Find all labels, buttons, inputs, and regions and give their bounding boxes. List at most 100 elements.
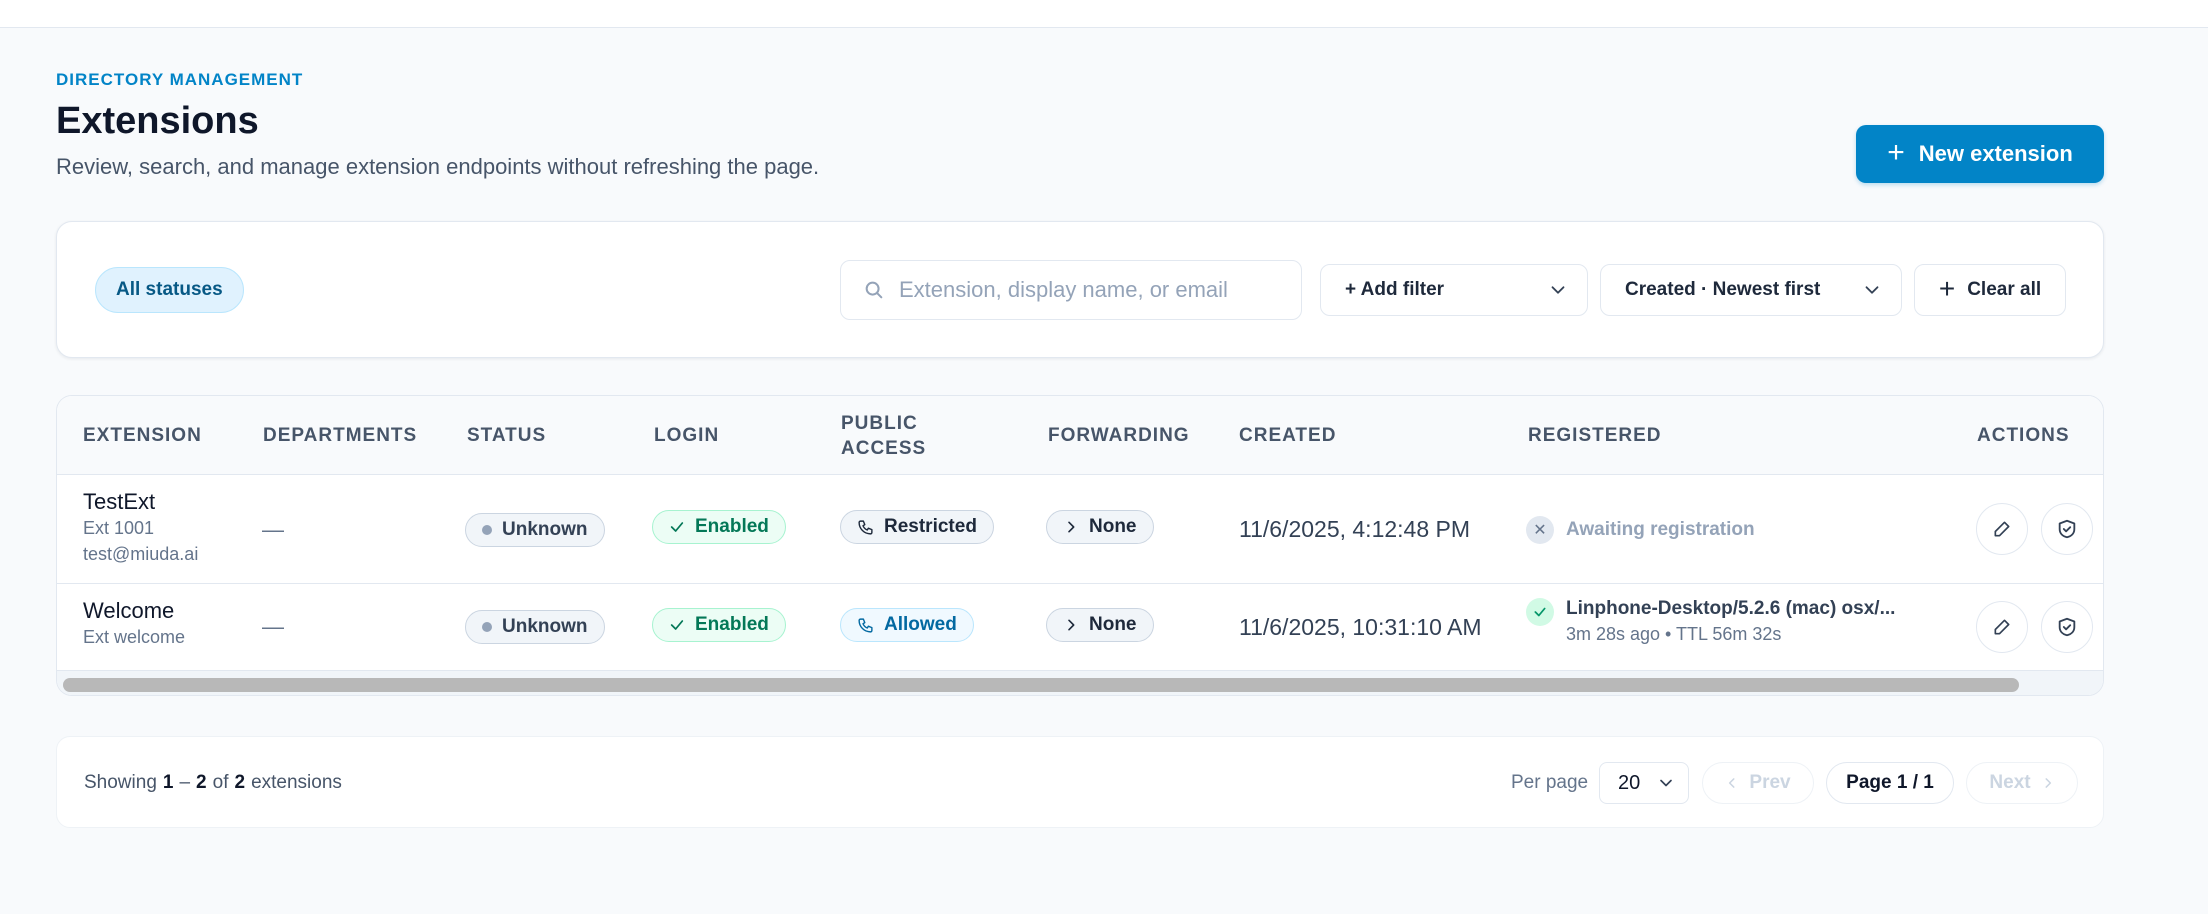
created-value: 11/6/2025, 4:12:48 PM [1239, 516, 1471, 542]
table-row[interactable]: Welcome Ext welcome — Unknown Enabled Al… [57, 584, 2103, 670]
col-registered[interactable]: REGISTERED [1528, 396, 1662, 475]
next-page-button[interactable]: Next [1966, 762, 2078, 804]
search-input[interactable] [899, 277, 1279, 303]
security-button[interactable] [2041, 503, 2093, 555]
security-button[interactable] [2041, 601, 2093, 653]
public-access-label: Restricted [884, 516, 977, 537]
departments-value: — [262, 614, 284, 639]
status-label: Unknown [502, 616, 588, 637]
col-created[interactable]: CREATED [1239, 396, 1336, 475]
col-extension[interactable]: EXTENSION [83, 396, 202, 475]
public-access-cell: Restricted [840, 510, 994, 544]
sort-label: Created · Newest first [1625, 279, 1821, 300]
table-header: EXTENSION DEPARTMENTS STATUS LOGIN PUBLI… [57, 396, 2103, 475]
edit-button[interactable] [1976, 601, 2028, 653]
extension-name[interactable]: Welcome [83, 598, 185, 624]
chevron-down-icon [1660, 779, 1672, 787]
status-dot-icon [482, 622, 492, 632]
clear-all-button[interactable]: + Clear all [1914, 264, 2066, 316]
public-access-cell: Allowed [840, 608, 974, 642]
page-title: Extensions [56, 100, 259, 142]
extension-email: test@miuda.ai [83, 544, 199, 564]
public-access-label: Allowed [884, 614, 957, 635]
per-page-value: 20 [1618, 771, 1641, 794]
extensions-table: EXTENSION DEPARTMENTS STATUS LOGIN PUBLI… [56, 395, 2104, 696]
per-page-label: Per page [1511, 772, 1589, 793]
current-page-indicator: Page 1 / 1 [1826, 762, 1954, 804]
top-bar [0, 0, 2208, 28]
public-access-badge: Restricted [840, 510, 994, 544]
forwarding-label: None [1089, 614, 1137, 635]
new-extension-button[interactable]: + New extension [1856, 125, 2104, 183]
status-badge: Unknown [465, 610, 605, 644]
edit-icon [1994, 619, 2010, 635]
add-filter-label: + Add filter [1345, 279, 1445, 300]
public-access-badge: Allowed [840, 608, 974, 642]
x-icon: ✕ [1526, 515, 1554, 544]
chevron-right-icon [1068, 619, 1075, 631]
search-icon [865, 281, 883, 299]
shield-check-icon [2058, 519, 2076, 539]
registration-agent: Linphone-Desktop/5.2.6 (mac) osx/... [1566, 598, 1896, 619]
shield-check-icon [2058, 617, 2076, 637]
status-label: Unknown [502, 519, 588, 540]
search-field[interactable] [840, 260, 1302, 320]
summary-noun: extensions [251, 772, 342, 793]
registration-status: Awaiting registration [1566, 518, 1755, 540]
filter-card: All statuses + Add filter Created · Newe… [56, 221, 2104, 358]
table-row[interactable]: TestExt Ext 1001 test@miuda.ai — Unknown… [57, 475, 2103, 584]
page-eyebrow: DIRECTORY MANAGEMENT [56, 70, 304, 89]
status-cell: Unknown [465, 610, 605, 644]
summary-of: of [212, 772, 229, 793]
extension-cell: Welcome Ext welcome [83, 598, 185, 650]
col-public-access-line1: PUBLIC [841, 412, 918, 434]
extension-number: Ext welcome [83, 627, 186, 647]
plus-icon: + [1938, 272, 1956, 304]
status-dot-icon [482, 525, 492, 535]
horizontal-scrollbar[interactable] [57, 670, 2103, 695]
forwarding-badge: None [1046, 510, 1154, 544]
chevron-left-icon [1729, 778, 1735, 788]
summary-total: 2 [234, 772, 246, 793]
col-public-access-line2: ACCESS [841, 437, 927, 459]
login-cell: Enabled [652, 510, 786, 544]
forwarding-badge: None [1046, 608, 1154, 642]
pagination-bar: Showing 1 – 2 of 2 extensions Per page 2… [56, 736, 2104, 828]
status-badge: Unknown [465, 513, 605, 547]
chevron-down-icon [1865, 286, 1879, 294]
chevron-right-icon [2045, 778, 2051, 788]
phone-icon [858, 519, 873, 535]
registration-timing: 3m 28s ago • TTL 56m 32s [1566, 624, 1782, 644]
col-actions: ACTIONS [1977, 425, 2070, 446]
new-extension-label: New extension [1918, 141, 2073, 166]
login-badge: Enabled [652, 608, 786, 642]
phone-icon [858, 617, 873, 633]
prev-page-button[interactable]: Prev [1702, 762, 1814, 804]
extension-name[interactable]: TestExt [83, 489, 198, 515]
plus-icon: + [1887, 135, 1905, 169]
login-label: Enabled [695, 516, 769, 537]
col-public-access[interactable]: PUBLIC ACCESS [841, 396, 926, 475]
col-status[interactable]: STATUS [467, 396, 546, 475]
add-filter-select[interactable]: + Add filter [1320, 264, 1588, 316]
col-login[interactable]: LOGIN [654, 396, 719, 475]
forwarding-label: None [1089, 516, 1137, 537]
status-filter-chip[interactable]: All statuses [95, 267, 244, 313]
summary-to: 2 [196, 772, 207, 793]
status-cell: Unknown [465, 513, 605, 547]
edit-button[interactable] [1976, 503, 2028, 555]
page-subtitle: Review, search, and manage extension end… [56, 154, 820, 179]
chevron-down-icon [1551, 286, 1565, 294]
check-circle-icon [1526, 598, 1554, 626]
edit-icon [1994, 521, 2010, 537]
created-value: 11/6/2025, 10:31:10 AM [1239, 613, 1482, 640]
check-icon [670, 620, 684, 630]
col-forwarding[interactable]: FORWARDING [1048, 396, 1190, 475]
sort-select[interactable]: Created · Newest first [1600, 264, 1902, 316]
extension-cell: TestExt Ext 1001 test@miuda.ai [83, 489, 198, 567]
registered-cell: Linphone-Desktop/5.2.6 (mac) osx/... 3m … [1526, 598, 1895, 645]
per-page-select[interactable]: 20 [1599, 762, 1689, 804]
login-cell: Enabled [652, 608, 786, 642]
col-departments[interactable]: DEPARTMENTS [263, 396, 417, 475]
scrollbar-thumb[interactable] [63, 678, 2019, 692]
